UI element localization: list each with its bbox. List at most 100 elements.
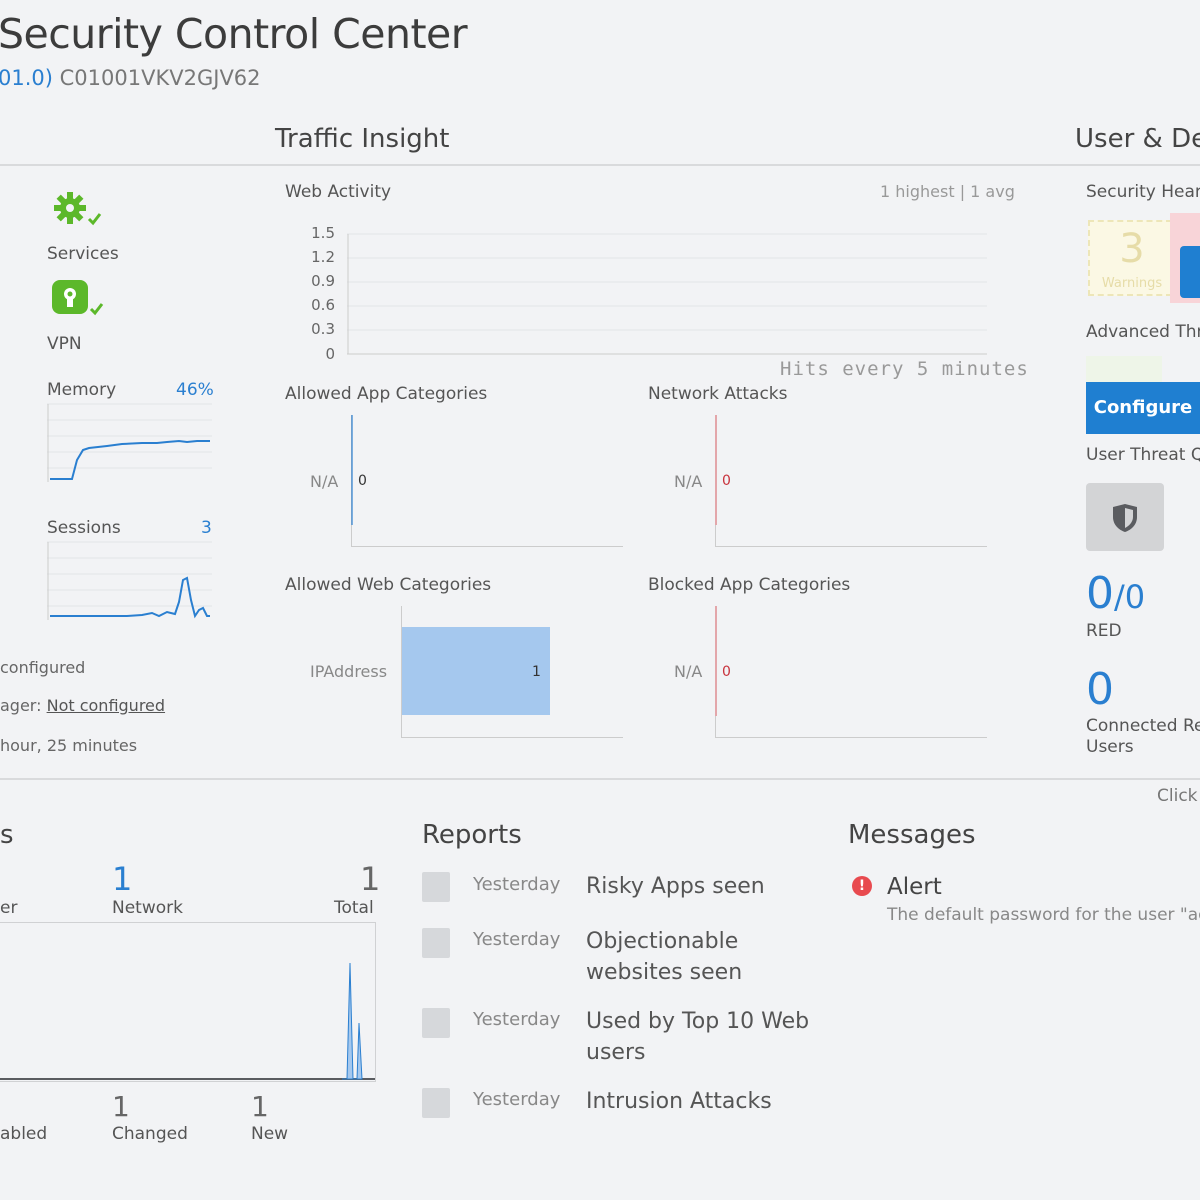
report-link-risky-apps[interactable]: Risky Apps seen xyxy=(586,871,836,902)
col1-label: er xyxy=(0,898,18,918)
allowed-app-value: 0 xyxy=(358,473,367,489)
total-label: Total xyxy=(334,898,374,918)
services-label: Services xyxy=(47,244,119,264)
blocked-app-chart xyxy=(715,606,987,738)
allowed-web-categories-label: Allowed Web Categories xyxy=(285,575,492,595)
network-attacks-cat: N/A xyxy=(674,472,703,491)
y-tick: 1.2 xyxy=(311,248,335,266)
report-time: Yesterday xyxy=(473,1009,561,1030)
user-devices-title: User & De xyxy=(1075,124,1200,154)
alert-title[interactable]: Alert xyxy=(887,874,942,900)
blocked-app-bar xyxy=(715,606,717,716)
y-tick: 0.9 xyxy=(311,272,335,290)
alert-message: The default password for the user "ad xyxy=(887,905,1200,925)
warning-label: Warnings xyxy=(1101,276,1163,291)
atp-status-tile xyxy=(1086,356,1162,384)
new-label: New xyxy=(251,1124,289,1144)
connected-users-label-1: Connected Re xyxy=(1086,716,1200,736)
connected-users-count: 0 xyxy=(1086,664,1114,715)
allowed-app-bar xyxy=(351,415,353,525)
device-subtitle: 01.0) C01001VKV2GJV62 xyxy=(0,66,261,90)
alert-icon: ! xyxy=(852,876,872,896)
report-chart-icon xyxy=(422,872,450,902)
advanced-threat-label: Advanced Thre xyxy=(1086,322,1200,342)
web-activity-label: Web Activity xyxy=(285,182,392,202)
config-status-line: configured xyxy=(0,658,86,677)
changed-count: 1 xyxy=(112,1090,130,1123)
changed-label: Changed xyxy=(112,1124,188,1144)
firmware-version-link[interactable]: 01.0) xyxy=(0,66,53,90)
allowed-web-bar[interactable] xyxy=(402,627,550,715)
vpn-label: VPN xyxy=(47,334,82,354)
red-total-count: /0 xyxy=(1114,578,1146,616)
report-time: Yesterday xyxy=(473,1089,561,1110)
manager-status-line: ager: Not configured xyxy=(0,696,165,715)
network-label: Network xyxy=(112,898,183,918)
new-count: 1 xyxy=(251,1090,269,1123)
blocked-app-cat: N/A xyxy=(674,662,703,681)
traffic-insight-title: Traffic Insight xyxy=(275,124,450,154)
middle-divider xyxy=(0,778,1200,780)
sessions-label: Sessions xyxy=(47,518,121,538)
page-title: Security Control Center xyxy=(0,10,468,58)
memory-sparkline xyxy=(47,402,212,484)
report-chart-icon xyxy=(422,1008,450,1038)
user-threat-tile[interactable] xyxy=(1086,483,1164,551)
red-connected-count: 0 xyxy=(1086,568,1114,619)
web-activity-stats: 1 highest | 1 avg xyxy=(880,182,1015,201)
heartbeat-action-button[interactable] xyxy=(1180,246,1200,298)
allowed-web-value: 1 xyxy=(532,664,541,680)
user-threat-quotient-label: User Threat Q xyxy=(1086,445,1200,465)
click-hint[interactable]: Click xyxy=(1157,786,1198,806)
y-tick: 0.6 xyxy=(311,296,335,314)
blocked-app-categories-label: Blocked App Categories xyxy=(648,575,851,595)
security-heartbeat-label: Security Heart xyxy=(1086,182,1200,202)
configure-button[interactable]: Configure xyxy=(1086,382,1200,434)
connected-users-label-2: Users xyxy=(1086,737,1134,757)
report-chart-icon xyxy=(422,928,450,958)
not-configured-link[interactable]: Not configured xyxy=(47,696,165,715)
report-time: Yesterday xyxy=(473,929,561,950)
sessions-sparkline xyxy=(47,540,212,622)
messages-title: Messages xyxy=(848,820,976,850)
allowed-app-cat: N/A xyxy=(310,472,339,491)
activity-chart xyxy=(0,922,376,1082)
report-time: Yesterday xyxy=(473,874,561,895)
web-activity-caption: Hits every 5 minutes xyxy=(780,358,1029,380)
network-attacks-chart xyxy=(715,415,987,547)
vpn-icon[interactable] xyxy=(52,280,108,320)
network-attacks-bar xyxy=(715,415,717,525)
network-attacks-label: Network Attacks xyxy=(648,384,788,404)
web-activity-plot xyxy=(347,232,987,356)
warning-count: 3 xyxy=(1119,226,1145,272)
report-link-objectionable-websites[interactable]: Objectionable websites seen xyxy=(586,926,836,988)
report-link-intrusion-attacks[interactable]: Intrusion Attacks xyxy=(586,1086,836,1117)
uptime-line: hour, 25 minutes xyxy=(0,736,138,755)
y-tick: 0.3 xyxy=(311,320,335,338)
reports-title: Reports xyxy=(422,820,522,850)
y-tick: 1.5 xyxy=(311,224,335,242)
network-attacks-value: 0 xyxy=(722,473,731,489)
top-divider xyxy=(0,164,1200,166)
red-label: RED xyxy=(1086,621,1122,641)
services-icon[interactable] xyxy=(52,190,102,230)
web-activity-y-axis: 1.5 1.2 0.9 0.6 0.3 0 xyxy=(305,224,335,364)
manager-status-prefix: ager: xyxy=(0,696,42,715)
report-chart-icon xyxy=(422,1088,450,1118)
sessions-value: 3 xyxy=(201,518,212,538)
shield-icon xyxy=(1111,503,1139,533)
disabled-label: abled xyxy=(0,1124,48,1144)
blocked-app-value: 0 xyxy=(722,664,731,680)
report-link-top-web-users[interactable]: Used by Top 10 Web users xyxy=(586,1006,836,1068)
allowed-web-cat: IPAddress xyxy=(310,662,388,681)
left-panel-title: s xyxy=(0,820,14,850)
allowed-app-categories-label: Allowed App Categories xyxy=(285,384,488,404)
total-count: 1 xyxy=(360,860,381,898)
heartbeat-warnings-tile[interactable]: 3 Warnings xyxy=(1088,220,1172,296)
serial-number: C01001VKV2GJV62 xyxy=(59,66,261,90)
allowed-app-chart xyxy=(351,415,623,547)
network-count[interactable]: 1 xyxy=(112,860,132,898)
y-tick: 0 xyxy=(325,345,335,363)
memory-label: Memory xyxy=(47,380,117,400)
red-counter: 0/0 xyxy=(1086,572,1146,617)
